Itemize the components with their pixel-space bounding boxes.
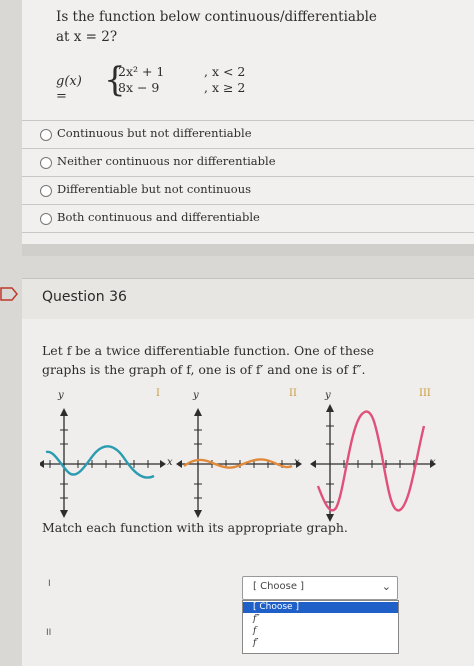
- dropdown-option-f[interactable]: f: [243, 626, 398, 637]
- case-2-cond: , x ≥ 2: [204, 80, 246, 95]
- case-1-expr: 2x² + 1: [118, 64, 165, 79]
- row-label-II: II: [46, 628, 52, 638]
- graph-II: [176, 408, 302, 518]
- option-continuous-not-differentiable[interactable]: Continuous but not differentiable: [22, 120, 474, 148]
- option-differentiable-not-continuous[interactable]: Differentiable but not continuous: [22, 176, 474, 204]
- radio-button[interactable]: [40, 157, 52, 169]
- case-2: 8x − 9 , x ≥ 2: [118, 80, 245, 95]
- dropdown-option-choose[interactable]: [ Choose ]: [243, 602, 398, 613]
- option-label: Continuous but not differentiable: [57, 126, 252, 140]
- case-1-cond: , x < 2: [204, 64, 246, 79]
- chevron-down-icon: ⌄: [381, 580, 391, 593]
- select-value: [ Choose ]: [253, 581, 305, 592]
- radio-button[interactable]: [40, 185, 52, 197]
- radio-button[interactable]: [40, 213, 52, 225]
- question-36-text-line2: graphs is the graph of f, one is of f′ a…: [42, 362, 366, 377]
- graph-II-label: II: [289, 388, 297, 399]
- graph-II-x-label: x: [294, 457, 300, 468]
- graphs-area: [40, 404, 436, 522]
- graph-III: [310, 404, 436, 522]
- dropdown-option-f-double-prime[interactable]: f″: [243, 614, 398, 625]
- option-both[interactable]: Both continuous and differentiable: [22, 204, 474, 233]
- case-1: 2x² + 1 , x < 2: [118, 64, 245, 79]
- question-title: Question 36: [42, 289, 127, 305]
- choose-dropdown-list[interactable]: [ Choose ] f″ f f′: [242, 600, 399, 654]
- graph-III-y-label: y: [325, 390, 331, 401]
- case-2-expr: 8x − 9: [118, 80, 160, 95]
- option-label: Both continuous and differentiable: [57, 210, 260, 224]
- choose-select-I[interactable]: [ Choose ] ⌄: [242, 576, 398, 600]
- section-divider: [22, 244, 474, 256]
- graph-I-x-label: x: [167, 457, 173, 468]
- question-36-text-line1: Let f be a twice differentiable function…: [42, 343, 375, 358]
- function-name: g(x) =: [56, 74, 82, 104]
- graph-III-label: III: [419, 388, 431, 399]
- radio-button[interactable]: [40, 129, 52, 141]
- question-35-text-line1: Is the function below continuous/differe…: [56, 9, 377, 25]
- graph-I: [40, 408, 166, 518]
- question-35-text-line2: at x = 2?: [56, 29, 118, 45]
- flag-icon[interactable]: [0, 287, 18, 301]
- graph-I-y-label: y: [58, 390, 64, 401]
- graph-II-y-label: y: [193, 390, 199, 401]
- option-neither[interactable]: Neither continuous nor differentiable: [22, 148, 474, 176]
- option-label: Differentiable but not continuous: [57, 182, 252, 196]
- row-label-I: I: [48, 579, 51, 589]
- dropdown-option-f-prime[interactable]: f′: [243, 638, 398, 649]
- graph-I-label: I: [156, 388, 160, 399]
- question-36-header: Question 36: [22, 278, 474, 320]
- option-label: Neither continuous nor differentiable: [57, 154, 276, 168]
- graph-III-x-label: x: [430, 457, 436, 468]
